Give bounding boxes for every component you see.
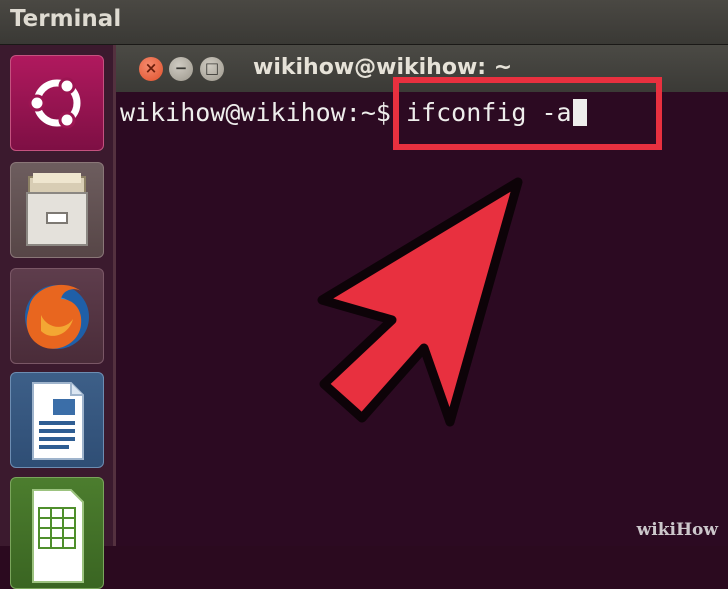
pointer-arrow-icon xyxy=(317,177,523,427)
firefox-icon xyxy=(25,284,89,349)
spreadsheet-icon xyxy=(32,489,84,583)
launcher-item-firefox[interactable] xyxy=(10,268,104,364)
app-title: Terminal xyxy=(10,6,122,32)
file-cabinet-icon xyxy=(26,173,88,246)
launcher-item-calc[interactable] xyxy=(10,477,104,589)
close-button[interactable]: × xyxy=(139,57,163,81)
launcher-item-ubuntu-dash[interactable] xyxy=(10,55,104,151)
top-panel: Terminal xyxy=(0,0,728,45)
ubuntu-logo-icon xyxy=(28,77,81,129)
shell-prompt: wikihow@wikihow:~$ xyxy=(120,98,406,127)
document-icon xyxy=(32,382,84,460)
launcher-item-files[interactable] xyxy=(10,162,104,258)
launcher xyxy=(0,45,116,589)
watermark: wikiHow xyxy=(636,520,718,540)
highlight-box xyxy=(393,77,662,150)
minimize-button[interactable]: − xyxy=(169,57,193,81)
launcher-item-writer[interactable] xyxy=(10,372,104,468)
maximize-button[interactable]: □ xyxy=(200,57,224,81)
